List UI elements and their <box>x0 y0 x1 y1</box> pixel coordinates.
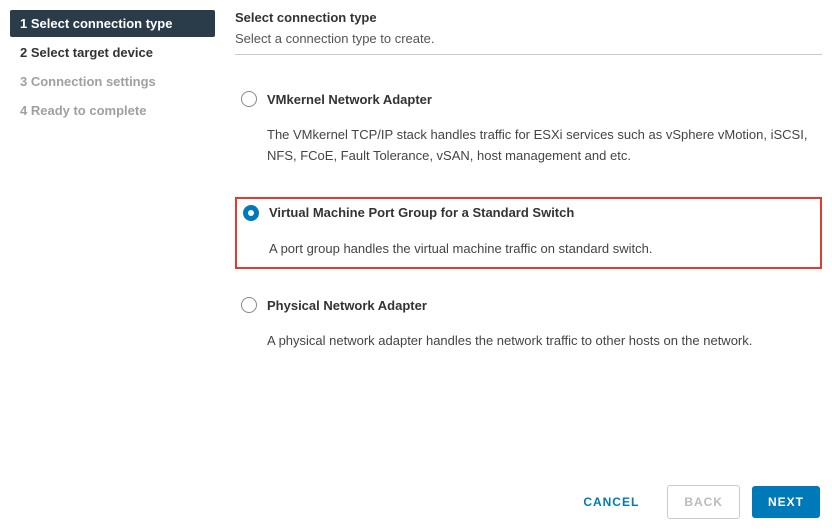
back-button: BACK <box>667 485 740 519</box>
option-vmkernel[interactable]: VMkernel Network Adapter The VMkernel TC… <box>235 85 822 175</box>
divider <box>235 54 822 55</box>
next-button[interactable]: NEXT <box>752 486 820 518</box>
option-vm-port-group[interactable]: Virtual Machine Port Group for a Standar… <box>235 197 822 270</box>
cancel-button[interactable]: CANCEL <box>567 486 655 518</box>
wizard-steps-sidebar: 1 Select connection type 2 Select target… <box>10 10 215 382</box>
option-physical-adapter[interactable]: Physical Network Adapter A physical netw… <box>235 291 822 360</box>
wizard-step-2: 2 Select target device <box>10 39 215 66</box>
main-content: Select connection type Select a connecti… <box>215 10 822 382</box>
page-title: Select connection type <box>235 10 822 25</box>
option-description: A physical network adapter handles the n… <box>267 331 816 352</box>
wizard-step-4: 4 Ready to complete <box>10 97 215 124</box>
option-label: Virtual Machine Port Group for a Standar… <box>269 205 574 220</box>
wizard-step-3: 3 Connection settings <box>10 68 215 95</box>
radio-icon[interactable] <box>243 205 259 221</box>
option-description: A port group handles the virtual machine… <box>269 239 814 260</box>
wizard-step-1[interactable]: 1 Select connection type <box>10 10 215 37</box>
option-description: The VMkernel TCP/IP stack handles traffi… <box>267 125 816 167</box>
option-label: Physical Network Adapter <box>267 298 427 313</box>
option-label: VMkernel Network Adapter <box>267 92 432 107</box>
page-subtitle: Select a connection type to create. <box>235 31 822 46</box>
radio-icon[interactable] <box>241 297 257 313</box>
radio-icon[interactable] <box>241 91 257 107</box>
wizard-footer: CANCEL BACK NEXT <box>567 485 820 519</box>
